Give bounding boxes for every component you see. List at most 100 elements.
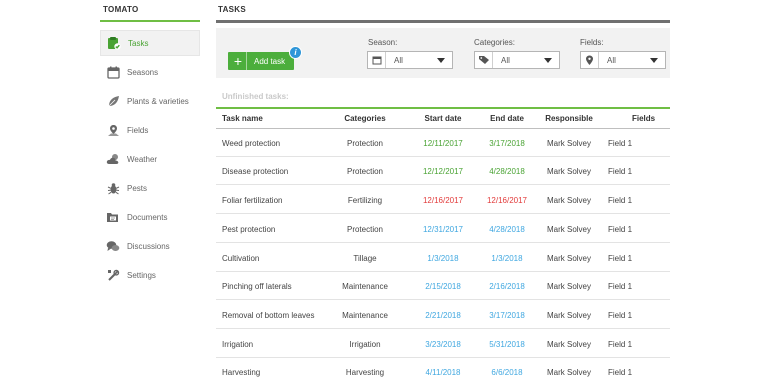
task-start-date: 2/15/2018 xyxy=(425,282,461,291)
task-responsible: Mark Solvey xyxy=(546,196,591,205)
sidebar-item-label: Discussions xyxy=(127,241,170,251)
fields-filter-label: Fields: xyxy=(580,38,604,47)
fields-select-value: All xyxy=(607,55,616,65)
categories-select-value: All xyxy=(501,55,510,65)
task-responsible: Mark Solvey xyxy=(546,368,591,377)
section-title: Unfinished tasks: xyxy=(222,92,289,101)
chat-icon xyxy=(106,239,120,253)
chevron-down-icon xyxy=(650,57,658,63)
bug-icon xyxy=(106,181,120,195)
table-row[interactable]: Pest protection Protection 12/31/2017 4/… xyxy=(216,215,670,243)
task-start-date: 12/12/2017 xyxy=(422,167,464,176)
task-start-date: 1/3/2018 xyxy=(427,254,459,263)
fields-select[interactable]: All xyxy=(580,51,666,69)
task-responsible: Mark Solvey xyxy=(546,282,591,291)
calendar-icon xyxy=(368,52,386,68)
task-name: Irrigation xyxy=(222,340,254,349)
sidebar-item-plants-varieties[interactable]: Plants & varieties xyxy=(100,88,200,114)
categories-select[interactable]: All xyxy=(474,51,560,69)
task-end-date: 5/31/2018 xyxy=(489,340,525,349)
task-end-date: 3/17/2018 xyxy=(489,311,525,320)
season-select[interactable]: All xyxy=(367,51,453,69)
task-name: Pinching off laterals xyxy=(222,282,292,291)
sidebar-item-documents[interactable]: Documents xyxy=(100,204,200,230)
column-header[interactable]: Fields xyxy=(632,114,655,123)
tools-icon xyxy=(106,268,120,282)
task-responsible: Mark Solvey xyxy=(546,254,591,263)
task-name: Removal of bottom leaves xyxy=(222,311,315,320)
table-row[interactable]: Irrigation Irrigation 3/23/2018 5/31/201… xyxy=(216,330,670,358)
task-field: Field 1 xyxy=(608,282,633,291)
task-end-date: 3/17/2018 xyxy=(489,139,525,148)
task-category: Tillage xyxy=(353,254,377,263)
sidebar-item-label: Documents xyxy=(127,212,168,222)
task-category: Maintenance xyxy=(342,311,388,320)
task-field: Field 1 xyxy=(608,311,633,320)
table-row[interactable]: Pinching off laterals Maintenance 2/15/2… xyxy=(216,272,670,300)
folder-icon xyxy=(106,210,120,224)
sidebar-item-weather[interactable]: Weather xyxy=(100,146,200,172)
add-task-button[interactable]: + Add task xyxy=(228,52,294,70)
table-row[interactable]: Weed protection Protection 12/11/2017 3/… xyxy=(216,129,670,157)
task-start-date: 4/11/2018 xyxy=(425,368,461,377)
sidebar-item-settings[interactable]: Settings xyxy=(100,262,200,288)
task-category: Irrigation xyxy=(349,340,381,349)
map-pin-icon xyxy=(106,123,120,137)
info-icon[interactable]: i xyxy=(289,46,302,59)
sidebar-item-pests[interactable]: Pests xyxy=(100,175,200,201)
task-name: Pest protection xyxy=(222,225,276,234)
sidebar-item-label: Seasons xyxy=(127,67,159,77)
task-field: Field 1 xyxy=(608,196,633,205)
plus-icon: + xyxy=(233,53,243,69)
sidebar-item-label: Pests xyxy=(127,183,148,193)
task-start-date: 3/23/2018 xyxy=(425,340,461,349)
task-field: Field 1 xyxy=(608,139,633,148)
task-field: Field 1 xyxy=(608,167,633,176)
sidebar-item-tasks[interactable]: Tasks xyxy=(100,30,200,56)
calendar-icon xyxy=(106,65,120,79)
column-header[interactable]: Task name xyxy=(222,114,263,123)
task-name: Disease protection xyxy=(222,167,289,176)
table-row[interactable]: Disease protection Protection 12/12/2017… xyxy=(216,157,670,185)
task-end-date: 2/16/2018 xyxy=(489,282,525,291)
task-responsible: Mark Solvey xyxy=(546,225,591,234)
task-start-date: 2/21/2018 xyxy=(425,311,461,320)
sidebar-item-discussions[interactable]: Discussions xyxy=(100,233,200,259)
task-field: Field 1 xyxy=(608,368,633,377)
sidebar-item-label: Plants & varieties xyxy=(127,96,189,106)
page-title-underline xyxy=(216,20,670,23)
table-row[interactable]: Removal of bottom leaves Maintenance 2/2… xyxy=(216,301,670,329)
column-header[interactable]: Responsible xyxy=(540,114,598,123)
sidebar-item-fields[interactable]: Fields xyxy=(100,117,200,143)
sidebar-item-label: Weather xyxy=(127,154,158,164)
tag-icon xyxy=(475,52,493,68)
task-category: Harvesting xyxy=(345,368,385,377)
column-header[interactable]: Start date xyxy=(416,114,470,123)
cloud-icon xyxy=(106,152,120,166)
task-category: Protection xyxy=(346,225,384,234)
task-responsible: Mark Solvey xyxy=(546,167,591,176)
table-header: Task name Categories Start date End date… xyxy=(216,109,670,129)
table-row[interactable]: Cultivation Tillage 1/3/2018 1/3/2018 Ma… xyxy=(216,244,670,272)
column-header[interactable]: Categories xyxy=(334,114,396,123)
task-field: Field 1 xyxy=(608,254,633,263)
page-title: TASKS xyxy=(218,5,247,14)
task-end-date: 12/16/2017 xyxy=(486,196,528,205)
task-field: Field 1 xyxy=(608,225,633,234)
map-pin-icon xyxy=(581,52,599,68)
column-header[interactable]: End date xyxy=(480,114,534,123)
main-panel: TASKS + Add task i Season: All Categorie… xyxy=(216,0,670,384)
task-start-date: 12/11/2017 xyxy=(423,139,463,148)
table-row[interactable]: Harvesting Harvesting 4/11/2018 6/6/2018… xyxy=(216,358,670,386)
filter-toolbar: + Add task i Season: All Categories: All… xyxy=(216,28,670,78)
add-task-label: Add task xyxy=(254,56,286,66)
sidebar-item-label: Settings xyxy=(127,270,156,280)
task-name: Harvesting xyxy=(222,368,261,377)
table-row[interactable]: Foliar fertilization Fertilizing 12/16/2… xyxy=(216,186,670,214)
task-category: Maintenance xyxy=(342,282,388,291)
chevron-down-icon xyxy=(544,57,552,63)
sidebar-item-label: Fields xyxy=(127,125,149,135)
task-name: Cultivation xyxy=(222,254,260,263)
season-filter-label: Season: xyxy=(368,38,398,47)
sidebar-item-seasons[interactable]: Seasons xyxy=(100,59,200,85)
